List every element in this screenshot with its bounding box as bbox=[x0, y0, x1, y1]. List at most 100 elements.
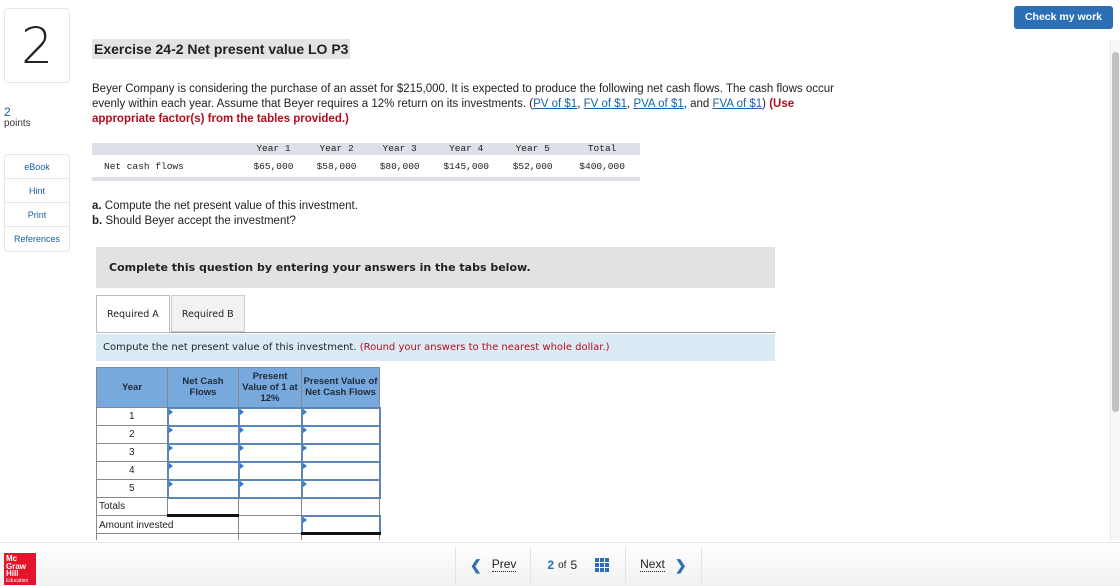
pv-of-1-link[interactable]: PV of $1 bbox=[533, 98, 577, 110]
rounding-note: (Round your answers to the nearest whole… bbox=[359, 342, 610, 353]
references-link[interactable]: References bbox=[5, 227, 69, 251]
pv-factor-input[interactable] bbox=[237, 406, 303, 427]
scrollbar-thumb[interactable] bbox=[1112, 52, 1119, 412]
totals-label: Totals bbox=[96, 497, 168, 516]
cash-flow-value: $52,000 bbox=[512, 160, 553, 172]
year-cell: 3 bbox=[96, 443, 168, 462]
row-label: Net cash flows bbox=[104, 160, 184, 172]
header-year: Year bbox=[96, 367, 168, 408]
link-separator: , and bbox=[683, 98, 713, 110]
pv-factor-input[interactable] bbox=[237, 460, 303, 481]
amount-invested-blank bbox=[238, 515, 302, 534]
current-page: 2 bbox=[547, 558, 555, 572]
chevron-left-icon: ❮ bbox=[470, 556, 482, 573]
totals-pv-factor bbox=[238, 497, 302, 516]
table-row: 5 bbox=[96, 478, 381, 499]
part-b-text: Should Beyer accept the investment? bbox=[105, 215, 296, 227]
print-link[interactable]: Print bbox=[5, 203, 69, 227]
points-value: 2 bbox=[4, 105, 11, 119]
net-cash-flow-input[interactable] bbox=[166, 478, 240, 499]
exercise-intro: Beyer Company is considering the purchas… bbox=[92, 82, 852, 127]
hint-link[interactable]: Hint bbox=[5, 179, 69, 203]
year-cell: 1 bbox=[96, 407, 168, 426]
net-cash-flow-input[interactable] bbox=[166, 442, 240, 463]
chevron-right-icon: ❯ bbox=[674, 556, 687, 573]
tab-required-a[interactable]: Required A bbox=[96, 295, 170, 333]
amount-invested-input[interactable] bbox=[300, 514, 381, 535]
tab-instruction: Compute the net present value of this in… bbox=[96, 334, 775, 361]
part-b-label: b. bbox=[92, 215, 103, 227]
year-header: Year 5 bbox=[515, 143, 550, 154]
year-header: Year 4 bbox=[449, 143, 484, 154]
link-close: ) bbox=[762, 98, 767, 110]
grid-header-row: Year Net Cash Flows Present Value of 1 a… bbox=[96, 367, 380, 408]
amount-invested-row: Amount invested bbox=[96, 514, 381, 535]
logo-line: Hill bbox=[6, 569, 19, 578]
total-pages: 5 bbox=[570, 558, 578, 572]
instructions-banner: Complete this question by entering your … bbox=[96, 247, 775, 288]
pv-cash-flow-input[interactable] bbox=[300, 424, 381, 445]
net-cash-flow-input[interactable] bbox=[166, 406, 240, 427]
cash-flow-table: Year 1 Year 2 Year 3 Year 4 Year 5 Total… bbox=[92, 143, 640, 181]
check-my-work-button[interactable]: Check my work bbox=[1014, 6, 1113, 29]
pv-cash-flow-input[interactable] bbox=[300, 460, 381, 481]
ebook-link[interactable]: eBook bbox=[5, 155, 69, 179]
year-header: Year 1 bbox=[256, 143, 291, 154]
instruction-text: Compute the net present value of this in… bbox=[103, 342, 357, 353]
pv-factor-input[interactable] bbox=[237, 442, 303, 463]
pv-cash-flow-input[interactable] bbox=[300, 442, 381, 463]
prev-label: Prev bbox=[491, 557, 517, 572]
footer-bar: Mc Graw Hill Education ❮ Prev 2 of 5 Nex… bbox=[0, 542, 1120, 586]
table-row: 4 bbox=[96, 460, 381, 481]
pv-factor-input[interactable] bbox=[237, 424, 303, 445]
mcgraw-hill-logo: Mc Graw Hill Education bbox=[4, 553, 36, 585]
totals-net-cash-flow bbox=[167, 497, 239, 517]
totals-pv-cash-flow bbox=[301, 497, 380, 516]
exercise-title: Exercise 24-2 Net present value LO P3 bbox=[92, 39, 351, 59]
prev-button[interactable]: ❮ Prev bbox=[456, 557, 530, 574]
part-a-text: Compute the net present value of this in… bbox=[104, 200, 358, 212]
next-label: Next bbox=[640, 557, 665, 572]
pv-factor-input[interactable] bbox=[237, 478, 303, 499]
cash-flow-value: $145,000 bbox=[443, 160, 489, 172]
of-label: of bbox=[558, 559, 567, 571]
header-net-cash-flows: Net Cash Flows bbox=[167, 367, 239, 408]
divider bbox=[700, 547, 702, 583]
table-row: 2 bbox=[96, 424, 381, 445]
year-header: Year 3 bbox=[382, 143, 417, 154]
year-header: Year 2 bbox=[319, 143, 354, 154]
tab-divider bbox=[96, 332, 775, 333]
pv-cash-flow-input[interactable] bbox=[300, 406, 381, 427]
fv-of-1-link[interactable]: FV of $1 bbox=[584, 98, 627, 110]
pv-cash-flow-input[interactable] bbox=[300, 478, 381, 499]
amount-invested-label: Amount invested bbox=[96, 515, 239, 534]
answer-tabs: Required A Required B bbox=[96, 295, 245, 333]
totals-row: Totals bbox=[96, 497, 380, 517]
tab-required-b[interactable]: Required B bbox=[170, 295, 245, 332]
next-button[interactable]: Next ❯ bbox=[626, 557, 700, 574]
part-a-label: a. bbox=[92, 200, 102, 212]
page-indicator: 2 of 5 bbox=[531, 558, 625, 572]
header-pv-net-cash-flows: Present Value of Net Cash Flows bbox=[301, 367, 380, 408]
year-cell: 5 bbox=[96, 479, 168, 498]
table-row: 1 bbox=[96, 406, 381, 427]
total-header: Total bbox=[587, 143, 617, 154]
net-cash-flow-input[interactable] bbox=[166, 424, 240, 445]
cash-flow-value: $80,000 bbox=[379, 160, 420, 172]
question-navigation: ❮ Prev 2 of 5 Next ❯ bbox=[455, 543, 702, 586]
part-a: a. Compute the net present value of this… bbox=[92, 199, 358, 214]
pva-of-1-link[interactable]: PVA of $1 bbox=[633, 98, 683, 110]
question-number: 2 bbox=[4, 8, 70, 83]
tools-menu: eBook Hint Print References bbox=[4, 154, 70, 252]
cash-flow-value: $65,000 bbox=[253, 160, 294, 172]
npv-answer-grid: Year Net Cash Flows Present Value of 1 a… bbox=[96, 367, 381, 540]
question-parts: a. Compute the net present value of this… bbox=[92, 199, 358, 229]
logo-line: Education bbox=[6, 577, 29, 584]
grid-view-icon[interactable] bbox=[595, 558, 610, 572]
question-page: Check my work 2 2 points eBook Hint Prin… bbox=[0, 0, 1120, 586]
cash-flow-value: $58,000 bbox=[316, 160, 357, 172]
cash-flow-row: Net cash flows $65,000 $58,000 $80,000 $… bbox=[92, 155, 640, 177]
year-cell: 2 bbox=[96, 425, 168, 444]
net-cash-flow-input[interactable] bbox=[166, 460, 240, 481]
fva-of-1-link[interactable]: FVA of $1 bbox=[713, 98, 763, 110]
